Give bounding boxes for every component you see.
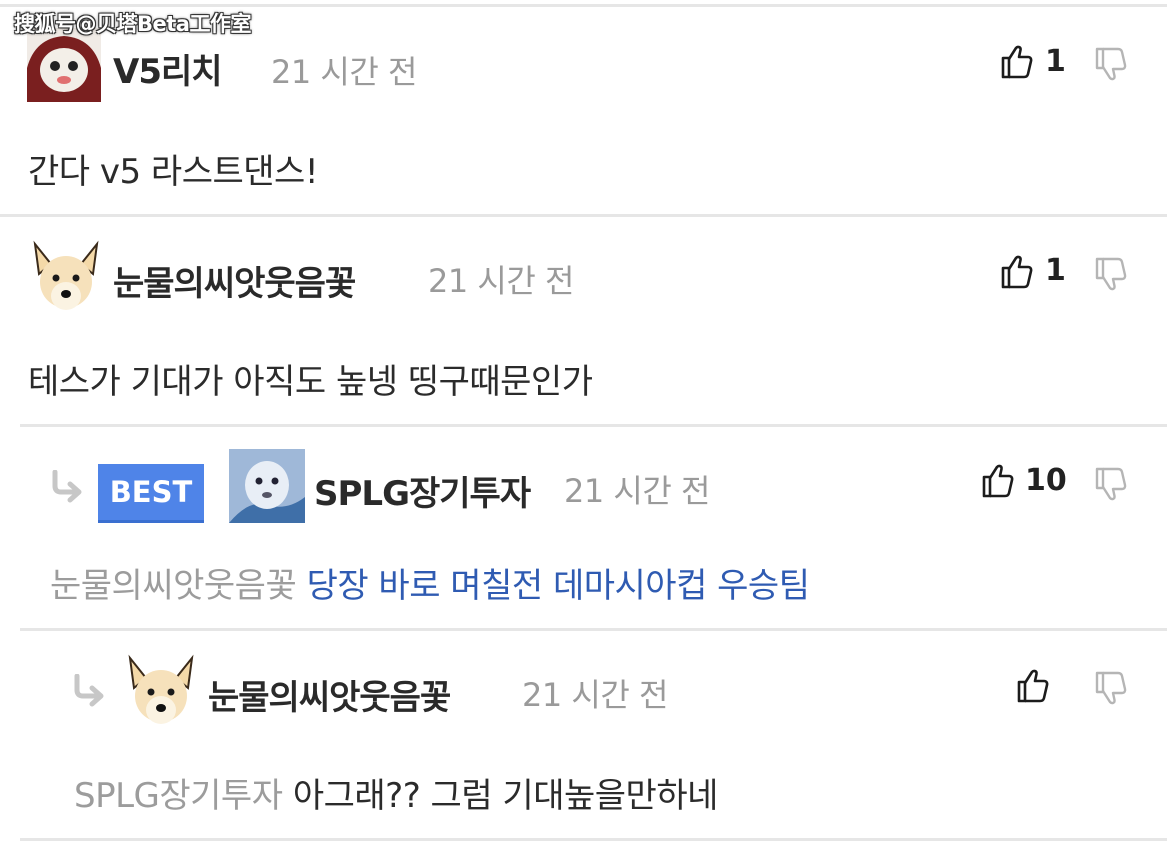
- comment-text: 눈물의씨앗웃음꽃 당장 바로 며칠전 데마시아컵 우승팀: [50, 558, 810, 607]
- top-separator: [0, 4, 1167, 7]
- comment-time: 21 시간 전: [428, 262, 574, 300]
- thumbs-up-icon[interactable]: [999, 254, 1035, 290]
- thumbs-down-icon[interactable]: [1093, 256, 1129, 292]
- comment-separator: [20, 628, 1167, 631]
- reply-arrow-icon: [50, 470, 84, 506]
- thumbs-down-icon[interactable]: [1093, 46, 1129, 82]
- thumbs-up-icon[interactable]: [999, 44, 1035, 80]
- comment-time: 21 시간 전: [564, 472, 710, 510]
- watermark: 搜狐号@贝塔Beta工作室: [14, 12, 251, 36]
- avatar[interactable]: [122, 652, 200, 726]
- comment-separator: [20, 424, 1167, 427]
- comment-author[interactable]: 눈물의씨앗웃음꽃: [113, 256, 356, 305]
- like-count: 10: [1025, 463, 1067, 498]
- bottom-separator: [20, 838, 1167, 841]
- comment-time: 21 시간 전: [522, 676, 668, 714]
- comment-text: 테스가 기대가 아직도 높넹 띵구때문인가: [28, 362, 593, 402]
- comment-text: 간다 v5 라스트댄스!: [28, 152, 318, 192]
- like-count: 1: [1045, 44, 1066, 79]
- comment-author[interactable]: V5리치: [113, 44, 223, 93]
- reply-text: 당장 바로 며칠전 데마시아컵 우승팀: [306, 566, 810, 606]
- reply-arrow-icon: [72, 674, 106, 710]
- best-badge: BEST: [98, 464, 204, 523]
- comment-author[interactable]: SPLG장기투자: [314, 466, 531, 515]
- avatar[interactable]: [27, 238, 105, 312]
- reply-mention[interactable]: 눈물의씨앗웃음꽃: [50, 566, 297, 606]
- like-count: 1: [1045, 253, 1066, 288]
- thumbs-up-icon[interactable]: [980, 463, 1016, 499]
- avatar[interactable]: [229, 449, 305, 523]
- reply-mention[interactable]: SPLG장기투자: [74, 776, 283, 816]
- comment-separator: [0, 214, 1167, 217]
- comment-time: 21 시간 전: [271, 53, 417, 91]
- avatar[interactable]: [27, 28, 101, 102]
- comment-author[interactable]: 눈물의씨앗웃음꽃: [208, 670, 451, 719]
- thumbs-up-icon[interactable]: [1015, 668, 1051, 704]
- reply-text: 아그래?? 그럼 기대높을만하네: [292, 776, 719, 816]
- comment-text: SPLG장기투자 아그래?? 그럼 기대높을만하네: [74, 768, 718, 817]
- thumbs-down-icon[interactable]: [1093, 466, 1129, 502]
- thumbs-down-icon[interactable]: [1093, 670, 1129, 706]
